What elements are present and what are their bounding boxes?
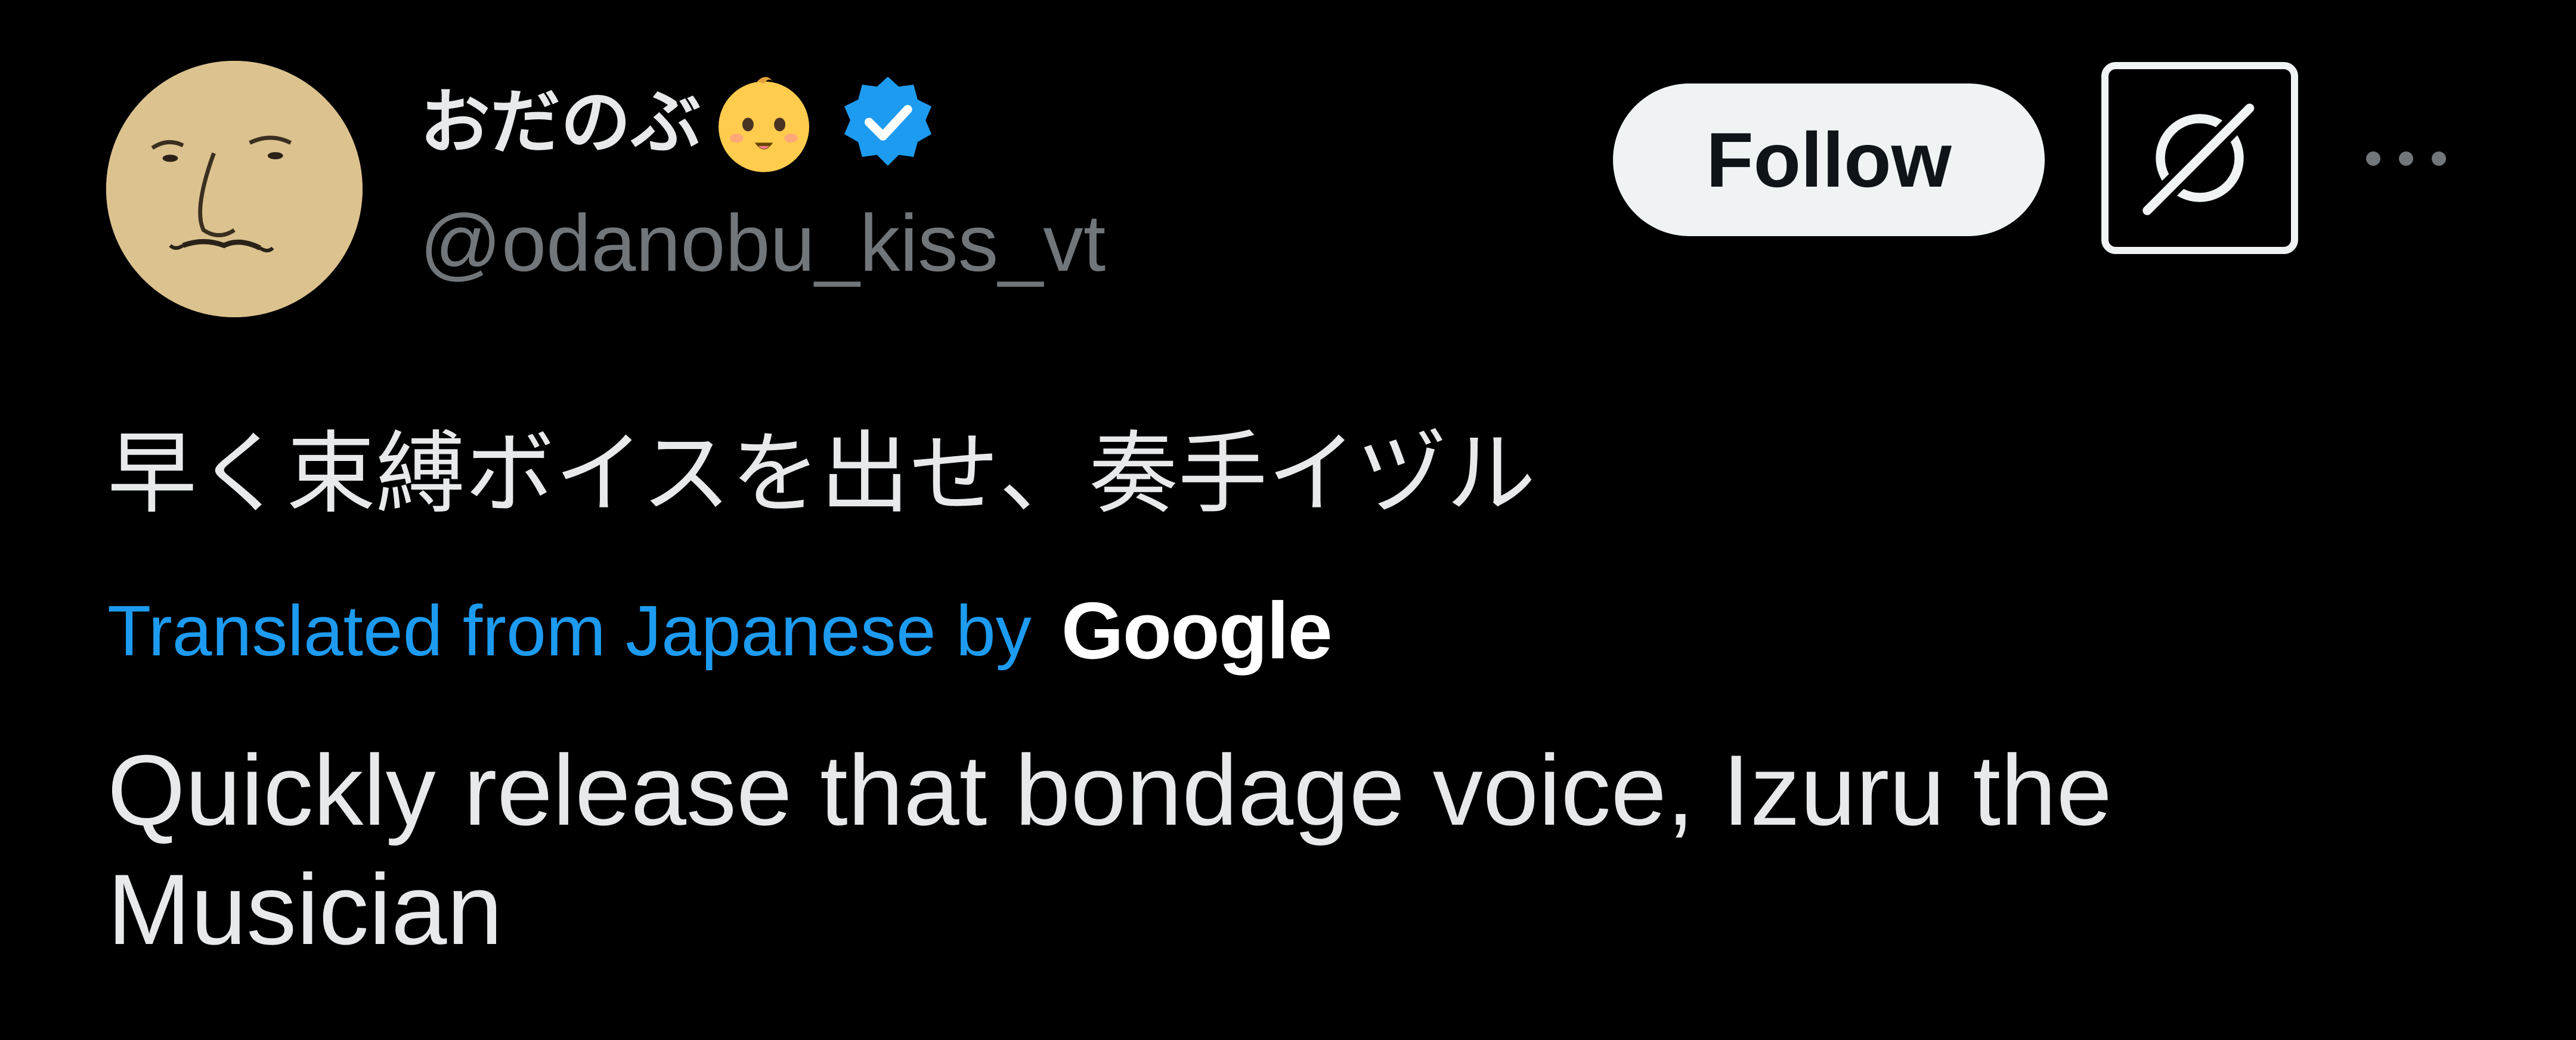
avatar-face-illustration — [106, 61, 363, 317]
author-handle[interactable]: @odanobu_kiss_vt — [420, 203, 1106, 283]
author-name-row: おだのぶ — [420, 66, 937, 179]
translated-tweet-text: Quickly release that bondage voice, Izur… — [107, 734, 2112, 965]
author-display-name[interactable]: おだのぶ — [420, 87, 701, 157]
tweet-text: 早く束縛ボイスを出せ、奏手イヅル — [107, 422, 1536, 526]
follow-button[interactable]: Follow — [1613, 83, 2045, 236]
grok-button[interactable] — [2101, 62, 2298, 254]
translated-from-link[interactable]: Translated from Japanese by — [107, 595, 1032, 667]
avatar[interactable] — [106, 61, 363, 317]
more-options-icon — [2366, 151, 2446, 166]
translation-attribution: Translated from Japanese by Google — [107, 586, 1333, 676]
verified-icon[interactable] — [838, 73, 937, 172]
baby-face-emoji-icon — [719, 77, 810, 172]
more-options-button[interactable] — [2361, 135, 2451, 182]
google-logo: Google — [1061, 586, 1333, 676]
grok-icon — [2134, 92, 2265, 224]
